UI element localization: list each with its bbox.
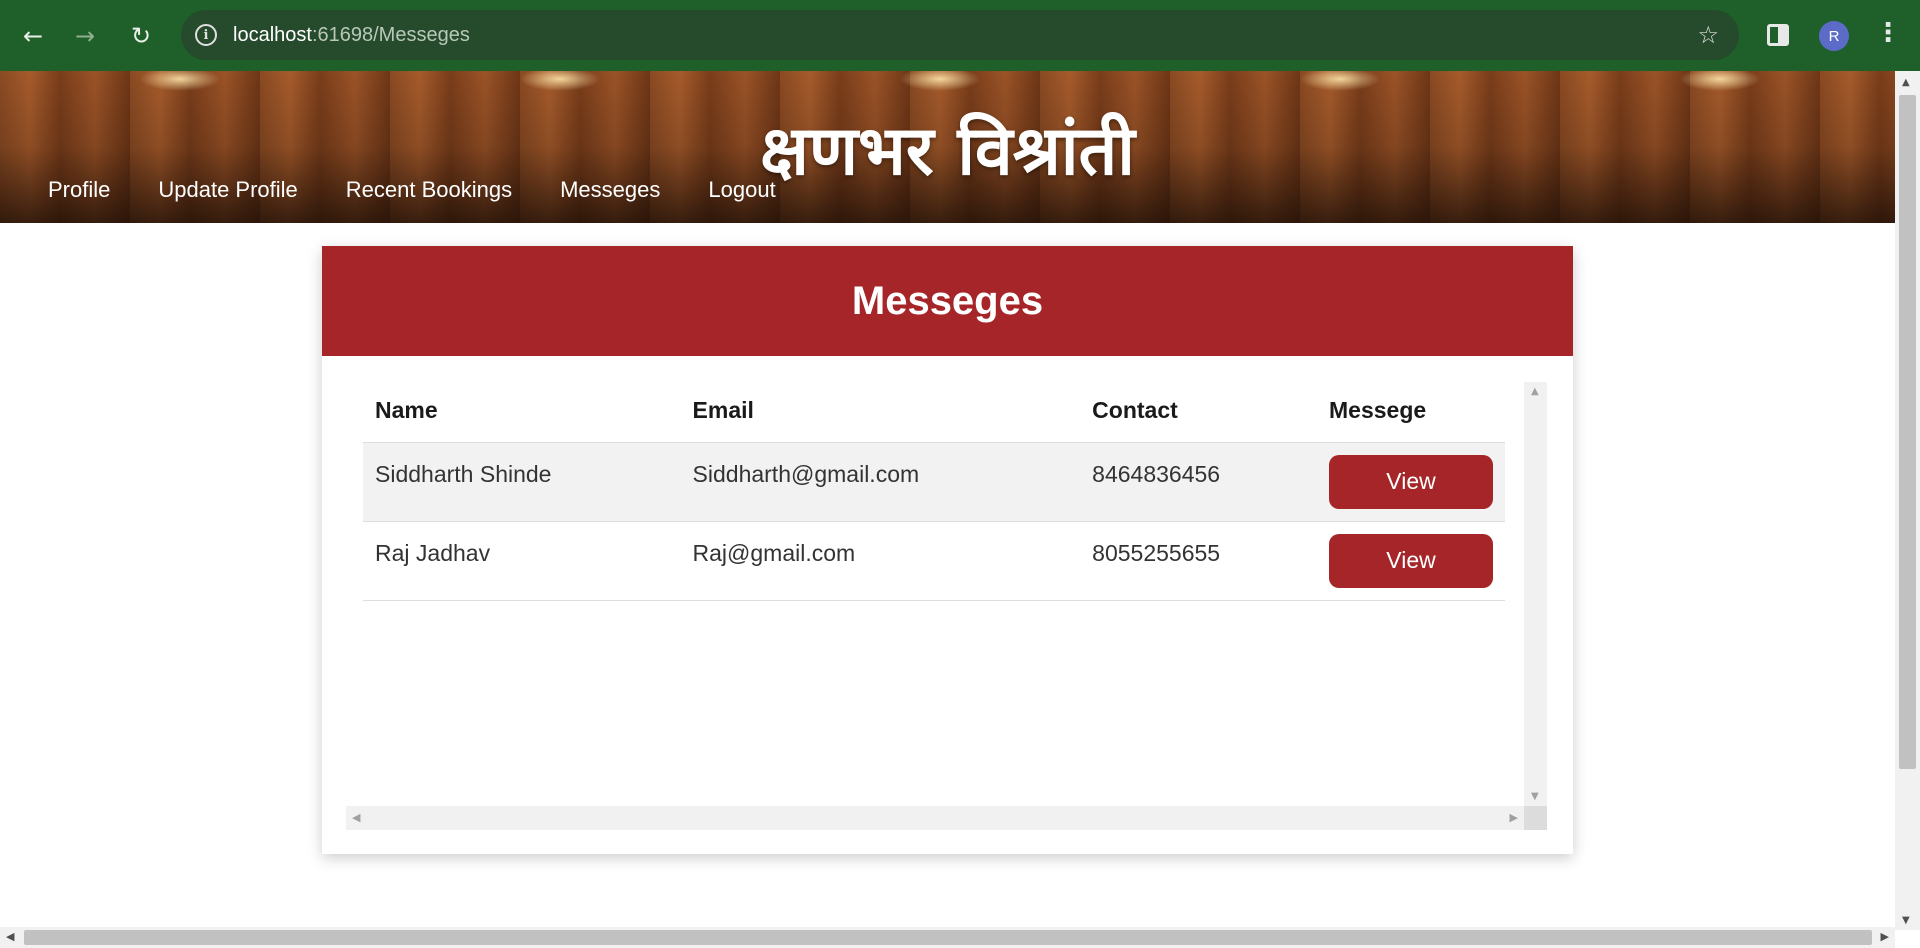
column-header-contact: Contact xyxy=(1080,382,1317,443)
cell-email: Siddharth@gmail.com xyxy=(680,442,1081,522)
scrollbar-thumb[interactable] xyxy=(24,930,1872,945)
column-header-name: Name xyxy=(363,382,681,443)
scroll-right-arrow-icon[interactable]: ▶ xyxy=(1510,811,1518,824)
info-icon[interactable]: i xyxy=(195,24,217,46)
nav-recent-bookings[interactable]: Recent Bookings xyxy=(346,177,512,203)
page-horizontal-scrollbar[interactable]: ◀ ▶ xyxy=(0,927,1895,948)
reload-icon[interactable]: ↻ xyxy=(123,18,159,54)
page-vertical-scrollbar[interactable]: ▲ ▼ xyxy=(1895,71,1920,930)
cell-action: View xyxy=(1317,521,1505,601)
messages-table: Name Email Contact Messege Siddharth Shi… xyxy=(363,382,1505,601)
address-bar[interactable]: i localhost:61698/Messeges ☆ xyxy=(181,10,1739,60)
browser-toolbar: ← → ↻ i localhost:61698/Messeges ☆ R ⋮ xyxy=(0,0,1920,71)
table-header-row: Name Email Contact Messege xyxy=(363,382,1505,443)
side-panel-icon[interactable] xyxy=(1767,24,1789,46)
nav-logout[interactable]: Logout xyxy=(708,177,775,203)
table-vertical-scrollbar[interactable]: ▲ ▼ xyxy=(1524,382,1547,806)
view-button[interactable]: View xyxy=(1329,533,1493,588)
url-path: :61698/Messeges xyxy=(311,23,470,46)
nav-profile[interactable]: Profile xyxy=(48,177,110,203)
card-title: Messeges xyxy=(322,246,1573,356)
scroll-left-arrow-icon[interactable]: ◀ xyxy=(352,811,360,824)
nav-update-profile[interactable]: Update Profile xyxy=(158,177,297,203)
cell-name: Raj Jadhav xyxy=(363,521,681,601)
column-header-messege: Messege xyxy=(1317,382,1505,443)
scrollbar-corner xyxy=(1524,806,1547,830)
table-scroll-area[interactable]: Name Email Contact Messege Siddharth Shi… xyxy=(346,382,1547,830)
star-icon[interactable]: ☆ xyxy=(1697,21,1719,49)
cell-action: View xyxy=(1317,442,1505,522)
site-header: क्षणभर विश्रांती Profile Update Profile … xyxy=(0,71,1895,223)
cell-contact: 8055255655 xyxy=(1080,521,1317,601)
messages-card: Messeges Name Email Contact Messege Sidd… xyxy=(322,246,1573,854)
table-row: Raj Jadhav Raj@gmail.com 8055255655 View xyxy=(363,521,1505,601)
table-horizontal-scrollbar[interactable]: ◀ ▶ xyxy=(346,806,1524,830)
url-host: localhost xyxy=(233,23,312,46)
scroll-down-arrow-icon[interactable]: ▼ xyxy=(1902,915,1910,926)
table-container: Name Email Contact Messege Siddharth Shi… xyxy=(363,382,1505,601)
cell-name: Siddharth Shinde xyxy=(363,442,681,522)
back-arrow-icon[interactable]: ← xyxy=(15,18,51,54)
cell-email: Raj@gmail.com xyxy=(680,521,1081,601)
main-nav: Profile Update Profile Recent Bookings M… xyxy=(48,177,776,203)
cell-contact: 8464836456 xyxy=(1080,442,1317,522)
forward-arrow-icon[interactable]: → xyxy=(67,18,103,54)
scroll-up-arrow-icon[interactable]: ▲ xyxy=(1531,386,1539,397)
column-header-email: Email xyxy=(680,382,1081,443)
url-text[interactable]: localhost:61698/Messeges xyxy=(233,24,470,47)
table-row: Siddharth Shinde Siddharth@gmail.com 846… xyxy=(363,442,1505,522)
avatar[interactable]: R xyxy=(1819,21,1849,51)
scrollbar-thumb[interactable] xyxy=(1899,95,1916,769)
scroll-left-arrow-icon[interactable]: ◀ xyxy=(6,930,14,943)
nav-messeges[interactable]: Messeges xyxy=(560,177,660,203)
scroll-down-arrow-icon[interactable]: ▼ xyxy=(1531,791,1539,802)
view-button[interactable]: View xyxy=(1329,454,1493,509)
scroll-right-arrow-icon[interactable]: ▶ xyxy=(1881,930,1889,943)
scroll-up-arrow-icon[interactable]: ▲ xyxy=(1902,77,1910,88)
menu-dots-icon[interactable]: ⋮ xyxy=(1875,18,1901,48)
